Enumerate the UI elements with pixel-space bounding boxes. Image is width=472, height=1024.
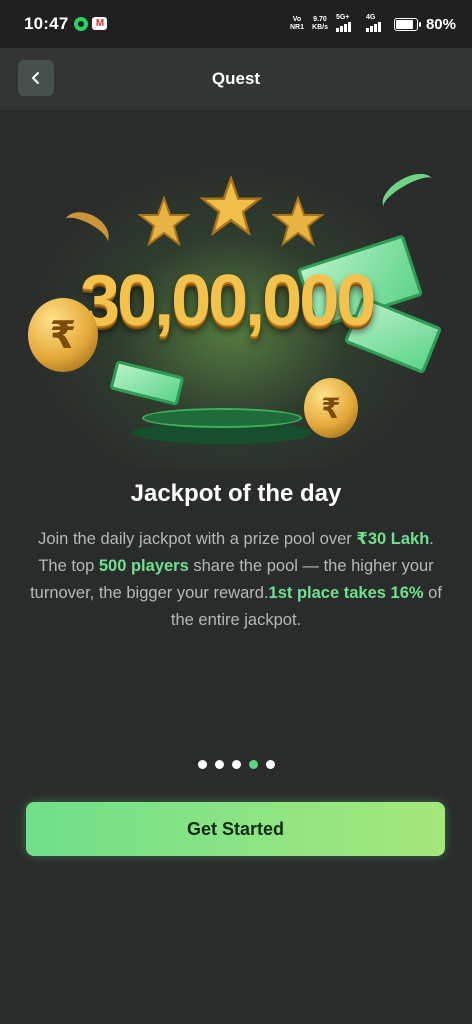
- notification-icons: M: [74, 17, 108, 31]
- status-indicators: Vo NR1 9.70 KB/s 5G+ 4G 80%: [290, 14, 456, 33]
- star-icon: [138, 196, 190, 247]
- volte-indicator: Vo NR1: [290, 16, 305, 31]
- top-app-bar: Quest: [0, 48, 472, 110]
- onboarding-title: Jackpot of the day: [130, 480, 342, 507]
- onboarding-description: Join the daily jackpot with a prize pool…: [30, 530, 442, 629]
- page-dot[interactable]: [265, 760, 275, 769]
- page-title: Quest: [211, 69, 261, 88]
- star-icon: [200, 176, 262, 237]
- back-button[interactable]: [18, 60, 54, 96]
- status-bar: 10:47 M Vo NR1 9.70 KB/s 5G+ 4G 80%: [0, 0, 472, 48]
- battery-icon: [393, 17, 421, 31]
- page-dot[interactable]: [214, 760, 224, 769]
- star-icon: [272, 196, 324, 247]
- gmail-icon: M: [92, 17, 108, 30]
- page-dot[interactable]: [231, 760, 241, 769]
- whatsapp-icon: [74, 17, 89, 31]
- status-time: 10:47: [24, 14, 69, 33]
- battery-percent: 80%: [425, 15, 456, 33]
- signal-5g-icon: 5G+: [335, 14, 358, 32]
- signal-4g-icon: 4G: [365, 14, 386, 32]
- page-dot[interactable]: [197, 760, 207, 769]
- rupee-coin-icon: ₹: [304, 378, 358, 438]
- jackpot-illustration: 30,00,000 ₹ ₹: [0, 110, 472, 470]
- podium-top: [142, 408, 302, 428]
- page-dot[interactable]: [248, 760, 258, 769]
- get-started-button[interactable]: Get Started: [26, 802, 445, 856]
- jackpot-amount: 30,00,000: [80, 261, 376, 341]
- network-speed: 9.70 KB/s: [312, 16, 328, 31]
- page-indicator: [0, 760, 472, 769]
- rupee-coin-icon: ₹: [28, 298, 98, 372]
- chevron-left-icon: [32, 72, 39, 84]
